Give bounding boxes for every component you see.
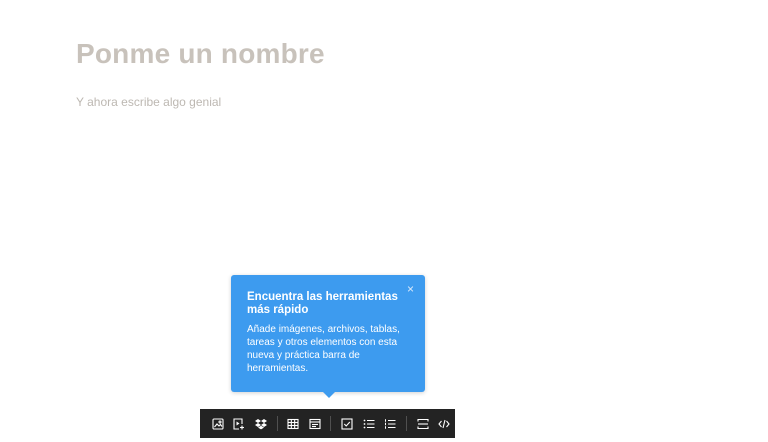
dropbox-icon: [254, 418, 267, 429]
divider-icon: [417, 418, 429, 429]
insert-numbered-list-button[interactable]: [379, 409, 401, 438]
video-file-icon: [233, 417, 245, 430]
insert-file-button[interactable]: [229, 409, 251, 438]
close-icon[interactable]: ×: [407, 283, 414, 295]
insert-divider-button[interactable]: [412, 409, 434, 438]
calendar-icon: [309, 418, 321, 429]
insert-table-button[interactable]: [282, 409, 304, 438]
code-icon: [438, 419, 450, 428]
tooltip-text: Añade imágenes, archivos, tablas, tareas…: [247, 324, 400, 374]
insert-toolbar: [200, 409, 455, 438]
toolbar-separator: [276, 416, 278, 431]
insert-image-button[interactable]: [207, 409, 229, 438]
insert-checkbox-button[interactable]: [336, 409, 358, 438]
note-body-placeholder[interactable]: Y ahora escribe algo genial: [76, 95, 221, 109]
insert-bullet-list-button[interactable]: [358, 409, 380, 438]
image-icon: [212, 417, 224, 430]
tooltip-title: Encuentra las herramientas más rápido: [247, 291, 398, 316]
note-title-placeholder[interactable]: Ponme un nombre: [76, 38, 325, 70]
insert-dropbox-button[interactable]: [250, 409, 272, 438]
toolbar-separator: [405, 416, 407, 431]
numbered-list-icon: [385, 418, 396, 429]
table-icon: [287, 418, 299, 429]
insert-code-button[interactable]: [433, 409, 455, 438]
toolbar-tooltip: × Encuentra las herramientas más rápido …: [231, 275, 425, 398]
insert-calendar-button[interactable]: [304, 409, 326, 438]
bullet-list-icon: [363, 419, 375, 428]
toolbar-separator: [330, 416, 332, 431]
checkbox-icon: [341, 417, 353, 430]
